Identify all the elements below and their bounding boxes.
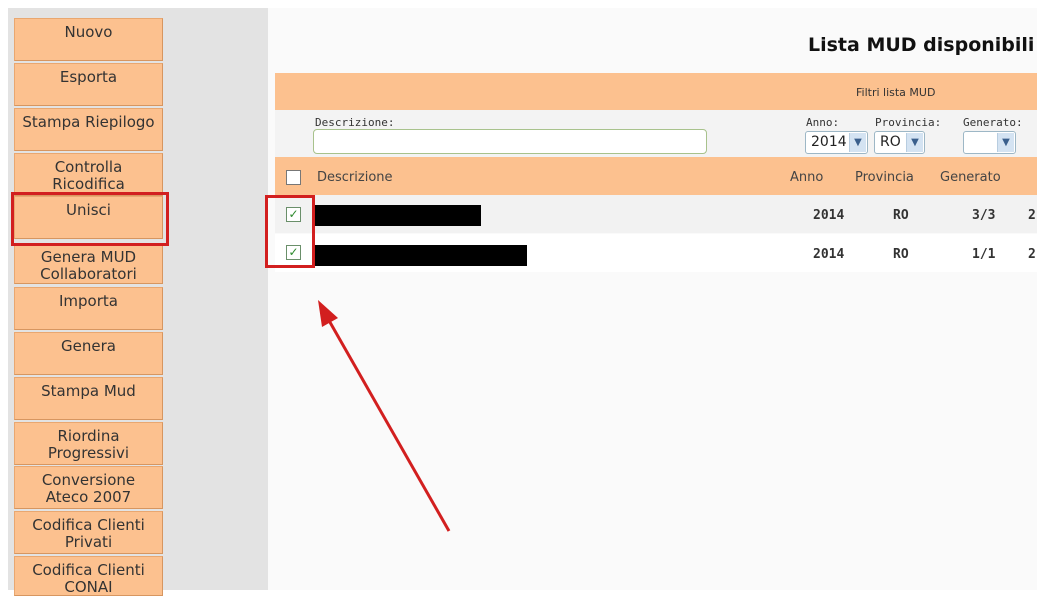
annotation-arrow [318,300,451,532]
arrow-head [318,300,338,327]
arrow-shaft [325,316,451,532]
